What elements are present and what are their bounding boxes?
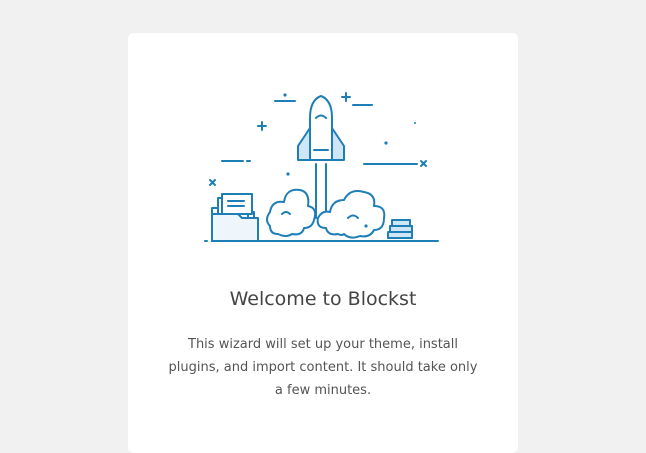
page-title: Welcome to Blockst bbox=[229, 288, 417, 310]
welcome-card: Welcome to Blockst This wizard will set … bbox=[128, 33, 518, 453]
rocket-launch-illustration bbox=[204, 92, 439, 242]
welcome-description: This wizard will set up your theme, inst… bbox=[168, 337, 478, 398]
